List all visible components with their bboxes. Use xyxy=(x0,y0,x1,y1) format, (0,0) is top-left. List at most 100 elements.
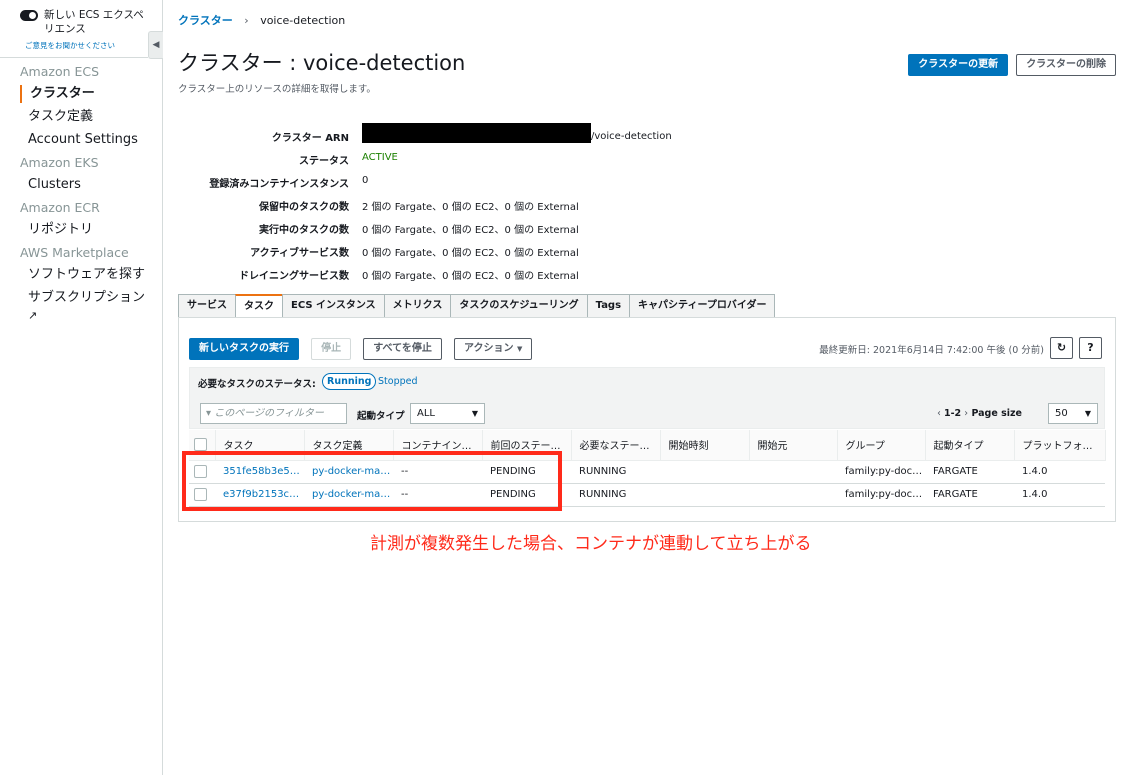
collapse-sidebar-button[interactable]: ◀ xyxy=(148,31,163,59)
detail-label: ステータス xyxy=(299,156,349,167)
detail-label: 登録済みコンテナインスタンス xyxy=(209,179,349,190)
sidebar-item-task-definitions[interactable]: タスク定義 xyxy=(20,108,150,126)
update-cluster-button[interactable]: クラスターの更新 xyxy=(908,54,1009,76)
stopped-filter-link[interactable]: Stopped xyxy=(378,376,418,387)
sidebar-divider xyxy=(0,57,148,58)
page-subtitle: クラスター上のリソースの詳細を取得します。 xyxy=(178,84,376,95)
task-definition-link[interactable]: py-docker-ma… xyxy=(304,483,393,507)
row-checkbox-cell[interactable] xyxy=(189,460,215,484)
container-instance-cell: -- xyxy=(393,483,482,507)
sidebar-nav: Amazon ECS クラスター タスク定義 Account Settings … xyxy=(20,63,150,330)
cluster-tabs: サービス タスク ECS インスタンス メトリクス タスクのスケジューリング Tags キャ… xyxy=(178,294,776,318)
started-by-cell xyxy=(749,483,837,507)
detail-row-pending: 保留中のタスクの数 2 個の Fargate、0 個の EC2、0 個の Ext… xyxy=(163,196,683,219)
column-header[interactable]: 開始元 xyxy=(749,430,838,461)
caret-down-icon: ▼ xyxy=(471,409,478,418)
column-header[interactable]: タスク定義 xyxy=(304,430,394,461)
tab-metrics[interactable]: メトリクス xyxy=(383,294,452,317)
column-header[interactable]: グループ xyxy=(837,430,926,461)
arn-suffix: /voice-detection xyxy=(591,131,672,142)
last-updated-text: 最終更新日: 2021年6月14日 7:42:00 午後 (0 分前) xyxy=(819,345,1044,356)
launch-type-value: ALL xyxy=(417,408,435,419)
row-checkbox[interactable] xyxy=(194,488,207,501)
refresh-button[interactable]: ↻ xyxy=(1050,337,1073,359)
nav-heading-eks: Amazon EKS xyxy=(20,155,99,170)
task-id-link[interactable]: e37f9b2153c2… xyxy=(215,483,304,507)
last-status-cell: PENDING xyxy=(482,460,571,484)
nav-heading-ecr: Amazon ECR xyxy=(20,200,100,215)
sidebar-item-discover-software[interactable]: ソフトウェアを探す xyxy=(20,266,150,284)
page-title: クラスター : voice-detection xyxy=(178,51,466,75)
chevron-left-icon: ◀ xyxy=(152,40,160,50)
group-cell: family:py-dock… xyxy=(837,483,925,507)
cluster-details: クラスター ARN /voice-detection ステータス ACTIVE … xyxy=(163,123,683,288)
launch-type-cell: FARGATE xyxy=(925,483,1014,507)
column-header[interactable]: 前回のステー… xyxy=(482,430,572,461)
column-header[interactable]: 開始時刻 xyxy=(660,430,750,461)
column-header[interactable]: コンテナイン… xyxy=(393,430,483,461)
detail-value: 2 個の Fargate、0 個の EC2、0 個の External xyxy=(362,202,579,213)
toggle-switch[interactable] xyxy=(20,10,38,21)
select-all-checkbox-cell[interactable] xyxy=(189,430,216,461)
desired-status-cell: RUNNING xyxy=(571,460,660,484)
row-checkbox-cell[interactable] xyxy=(189,483,215,507)
sidebar-item-account-settings[interactable]: Account Settings xyxy=(20,131,150,149)
tab-tasks[interactable]: タスク xyxy=(235,294,283,318)
platform-version-cell: 1.4.0 xyxy=(1014,483,1105,507)
tab-tags[interactable]: Tags xyxy=(586,294,631,317)
select-all-checkbox[interactable] xyxy=(194,438,207,452)
breadcrumb-clusters-link[interactable]: クラスター xyxy=(178,14,233,27)
run-new-task-button[interactable]: 新しいタスクの実行 xyxy=(189,338,299,360)
launch-type-cell: FARGATE xyxy=(925,460,1014,484)
detail-row-active-services: アクティブサービス数 0 個の Fargate、0 個の EC2、0 個の Ex… xyxy=(163,242,683,265)
prev-page-icon[interactable]: ‹ xyxy=(937,408,941,419)
nav-heading-ecs: Amazon ECS xyxy=(20,64,100,79)
stop-button[interactable]: 停止 xyxy=(311,338,352,360)
started-by-cell xyxy=(749,460,837,484)
tab-scheduled-tasks[interactable]: タスクのスケジューリング xyxy=(450,294,588,317)
actions-dropdown[interactable]: アクション ▼ xyxy=(453,338,533,360)
detail-value: /voice-detection xyxy=(362,123,672,143)
actions-label: アクション xyxy=(463,343,514,354)
filter-input[interactable]: ▾ このページのフィルター xyxy=(200,403,347,424)
delete-cluster-button[interactable]: クラスターの削除 xyxy=(1016,54,1116,76)
tab-services[interactable]: サービス xyxy=(178,294,236,317)
caret-down-icon: ▼ xyxy=(1084,409,1091,418)
help-icon: ? xyxy=(1087,341,1094,354)
nav-heading-marketplace: AWS Marketplace xyxy=(20,245,129,260)
desired-status-label: 必要なタスクのステータス: xyxy=(198,379,316,390)
tab-capacity-providers[interactable]: キャパシティープロバイダー xyxy=(629,294,776,317)
detail-label: 保留中のタスクの数 xyxy=(259,202,349,213)
help-button[interactable]: ? xyxy=(1079,337,1102,359)
running-filter-chip[interactable]: Running xyxy=(322,373,377,390)
feedback-link[interactable]: ご意見をお聞かせください xyxy=(25,40,115,51)
sidebar-item-clusters[interactable]: クラスター xyxy=(20,85,150,103)
pagination: ‹ 1-2 › xyxy=(937,408,968,419)
tab-ecs-instances[interactable]: ECS インスタンス xyxy=(282,294,385,317)
task-definition-link[interactable]: py-docker-ma… xyxy=(304,460,393,484)
stop-all-button[interactable]: すべてを停止 xyxy=(363,338,442,360)
annotation-text: 計測が複数発生した場合、コンテナが連動して立ち上がる xyxy=(370,534,812,554)
subscriptions-label: サブスクリプション xyxy=(28,290,146,305)
detail-label: 実行中のタスクの数 xyxy=(259,225,349,236)
column-header[interactable]: 起動タイプ xyxy=(925,430,1015,461)
platform-version-cell: 1.4.0 xyxy=(1014,460,1105,484)
detail-value: 0 xyxy=(362,175,369,186)
column-header[interactable]: タスク xyxy=(215,430,305,461)
page-size-select[interactable]: 50 ▼ xyxy=(1048,403,1098,424)
sidebar-item-eks-clusters[interactable]: Clusters xyxy=(20,176,150,194)
launch-type-select[interactable]: ALL ▼ xyxy=(410,403,485,424)
detail-value: 0 個の Fargate、0 個の EC2、0 個の External xyxy=(362,271,579,282)
next-page-icon[interactable]: › xyxy=(964,408,968,419)
chevron-right-icon: › xyxy=(244,14,249,27)
sidebar-item-subscriptions[interactable]: サブスクリプション ↗ xyxy=(20,289,150,325)
started-at-cell xyxy=(660,483,749,507)
column-header[interactable]: 必要なステー… xyxy=(571,430,661,461)
task-id-link[interactable]: 351fe58b3e56… xyxy=(215,460,304,484)
detail-label: クラスター ARN xyxy=(271,133,349,144)
last-status-cell: PENDING xyxy=(482,483,571,507)
sidebar-item-repositories[interactable]: リポジトリ xyxy=(20,221,150,239)
row-checkbox[interactable] xyxy=(194,465,207,478)
column-header[interactable]: プラットフォ… xyxy=(1014,430,1106,461)
launch-type-label: 起動タイプ xyxy=(357,411,405,422)
